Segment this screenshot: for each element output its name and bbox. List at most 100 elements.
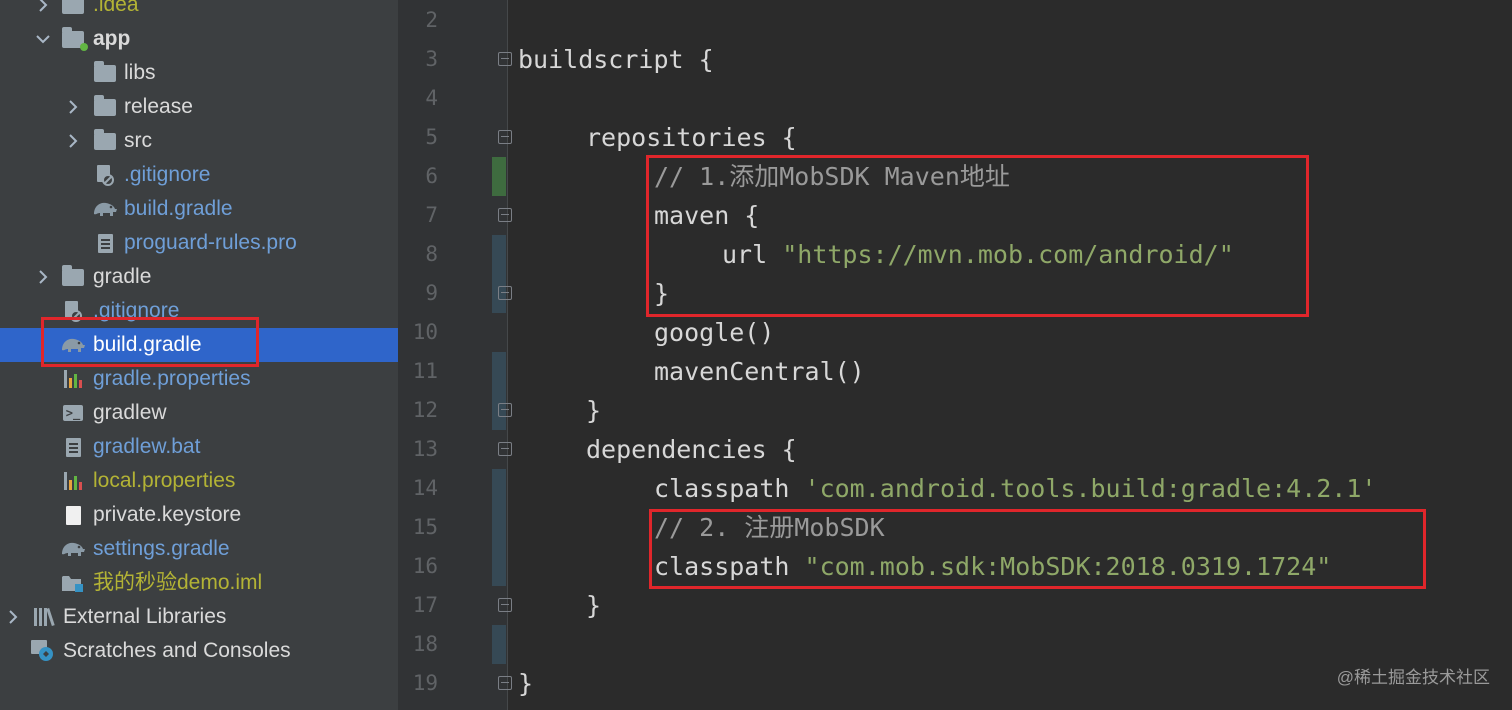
tree-item[interactable]: settings.gradle	[0, 532, 398, 566]
gradle-elephant-icon	[60, 532, 86, 566]
fold-marker-icon[interactable]	[498, 676, 512, 690]
tree-item-label: settings.gradle	[93, 537, 230, 560]
fold-marker-icon[interactable]	[498, 52, 512, 66]
tree-item-label: build.gradle	[124, 197, 233, 220]
line-number: 8	[425, 242, 438, 266]
code-token: }	[518, 669, 534, 698]
code-line: classpath 'com.android.tools.build:gradl…	[654, 469, 1376, 508]
module-folder-icon	[60, 22, 88, 56]
tree-item-label: .gitignore	[124, 163, 211, 186]
line-number: 15	[412, 515, 438, 539]
tree-item-label: app	[93, 27, 131, 50]
gradle-elephant-icon	[92, 192, 118, 226]
text-file-icon	[60, 430, 86, 464]
tree-item-label: Scratches and Consoles	[63, 639, 291, 662]
tree-item[interactable]: app	[0, 22, 398, 56]
tree-item-label: local.properties	[93, 469, 236, 492]
tree-item-label: gradlew	[93, 401, 167, 424]
highlight-box-classpath	[649, 509, 1426, 589]
code-line: }	[518, 664, 533, 703]
tree-item-label: release	[124, 95, 193, 118]
tree-item-label: libs	[124, 61, 156, 84]
code-token: }	[586, 591, 602, 620]
chevron-right-icon[interactable]	[34, 260, 52, 294]
fold-marker-icon[interactable]	[498, 403, 512, 417]
tree-item[interactable]: src	[0, 124, 398, 158]
line-number: 2	[425, 8, 438, 32]
folder-icon	[92, 124, 118, 158]
tree-item[interactable]: libs	[0, 56, 398, 90]
tree-item-label: gradlew.bat	[93, 435, 201, 458]
tree-item[interactable]: gradlew.bat	[0, 430, 398, 464]
watermark: @稀土掘金技术社区	[1336, 668, 1490, 687]
tree-item-label: .idea	[93, 0, 139, 16]
tree-item-label: src	[124, 129, 152, 152]
fold-marker-icon[interactable]	[498, 286, 512, 300]
tree-item-label: private.keystore	[93, 503, 242, 526]
tree-item[interactable]: release	[0, 90, 398, 124]
code-string: 'com.android.tools.build:gradle:4.2.1'	[804, 474, 1377, 503]
tree-item[interactable]: proguard-rules.pro	[0, 226, 398, 260]
properties-file-icon	[60, 362, 86, 396]
chevron-right-icon[interactable]	[4, 600, 22, 634]
highlight-box-maven-repo	[646, 155, 1309, 317]
tree-item[interactable]: gradle.properties	[0, 362, 398, 396]
gitignore-file-icon	[92, 158, 118, 192]
fold-marker-icon[interactable]	[498, 598, 512, 612]
code-token: mavenCentral()	[654, 357, 865, 386]
code-line: }	[586, 586, 601, 625]
line-number: 6	[425, 164, 438, 188]
code-line: buildscript {	[518, 40, 714, 79]
code-token: google()	[654, 318, 775, 347]
tree-item[interactable]: gradle	[0, 260, 398, 294]
tree-item[interactable]: 我的秒验demo.iml	[0, 566, 398, 600]
line-number: 3	[425, 47, 438, 71]
folder-icon	[60, 260, 86, 294]
line-number: 12	[412, 398, 438, 422]
chevron-down-icon[interactable]	[34, 22, 52, 56]
chevron-right-icon[interactable]	[64, 90, 82, 124]
chevron-right-icon[interactable]	[34, 0, 52, 22]
tree-item[interactable]: build.gradle	[0, 192, 398, 226]
highlight-box-build-gradle	[41, 317, 259, 367]
line-number: 5	[425, 125, 438, 149]
code-token: dependencies {	[586, 435, 797, 464]
vcs-change-marker	[492, 157, 506, 196]
code-line: }	[586, 391, 601, 430]
line-number: 17	[412, 593, 438, 617]
folder-icon	[92, 90, 118, 124]
vcs-change-marker	[492, 508, 506, 547]
line-number: 18	[412, 632, 438, 656]
text-file-icon	[92, 226, 118, 260]
keystore-file-icon	[60, 498, 86, 532]
line-number: 13	[412, 437, 438, 461]
line-number: 19	[412, 671, 438, 695]
code-token: classpath	[654, 474, 805, 503]
vcs-change-marker	[492, 352, 506, 391]
fold-marker-icon[interactable]	[498, 130, 512, 144]
tree-item-label: proguard-rules.pro	[124, 231, 297, 254]
chevron-right-icon[interactable]	[64, 124, 82, 158]
tree-item[interactable]: Scratches and Consoles	[0, 634, 398, 668]
terminal-file-icon: >_	[60, 396, 86, 430]
tree-item[interactable]: local.properties	[0, 464, 398, 498]
editor-gutter: 2 3 4 5 6 7 8 9 10 11 12 13 14 15 16 17 18 19	[398, 0, 508, 710]
tree-item[interactable]: .gitignore	[0, 158, 398, 192]
tree-item[interactable]: External Libraries	[0, 600, 398, 634]
line-number: 11	[412, 359, 438, 383]
iml-module-icon	[60, 566, 86, 600]
tree-item[interactable]: private.keystore	[0, 498, 398, 532]
code-token: buildscript {	[518, 45, 714, 74]
line-number: 16	[412, 554, 438, 578]
tree-item[interactable]: >_ gradlew	[0, 396, 398, 430]
fold-marker-icon[interactable]	[498, 442, 512, 456]
code-token: }	[586, 396, 602, 425]
code-editor[interactable]: buildscript {repositories {// 1.添加MobSDK…	[518, 0, 1512, 710]
folder-icon	[92, 56, 118, 90]
tree-item-label: 我的秒验demo.iml	[93, 571, 263, 594]
scratches-icon	[30, 634, 56, 668]
fold-marker-icon[interactable]	[498, 208, 512, 222]
code-token: repositories {	[586, 123, 797, 152]
tree-item[interactable]: .idea	[0, 0, 398, 22]
tree-item-label: gradle.properties	[93, 367, 251, 390]
